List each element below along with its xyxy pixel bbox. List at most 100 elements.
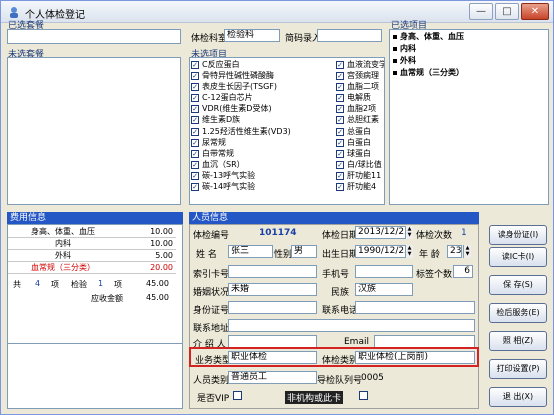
unselected-item[interactable]: ✓ 电解质 [335,92,384,103]
exam-date-dropdown[interactable]: ▲ ▼ [405,226,413,239]
unselected-item[interactable]: ✓ 维生素D族 [190,114,335,125]
read-ic-card-button[interactable]: 读IC卡(I) [489,247,547,267]
dept-field[interactable]: 检验科 [224,29,280,42]
vip-label: 是否VIP [197,394,230,404]
item-checkbox[interactable]: ✓ [336,183,344,192]
item-label: 电解质 [347,93,371,103]
item-checkbox[interactable]: ✓ [191,116,199,125]
item-checkbox[interactable]: ✓ [191,171,199,180]
unselected-item[interactable]: ✓ 碳-14呼气实验 [190,181,335,192]
search-code-label: 简码录入 [285,34,322,44]
unselected-item[interactable]: ✓ 碳-13呼气实验 [190,170,335,181]
item-checkbox[interactable]: ✓ [191,105,199,114]
exam-type-field[interactable]: 职业体检(上岗前) [355,351,475,364]
mobile-field[interactable] [355,265,413,278]
close-button[interactable]: ✕ [521,3,549,20]
item-checkbox[interactable]: ✓ [191,83,199,92]
unselected-item[interactable]: ✓ 表皮生长因子(TSGF) [190,81,335,92]
unselected-item[interactable]: ✓ 血液流变学 [335,59,384,70]
card-field[interactable] [228,265,317,278]
unselected-item[interactable]: ✓ 1.25羟活性维生素(VD3) [190,126,335,137]
item-checkbox[interactable]: ✓ [336,105,344,114]
marital-field[interactable]: 未婚 [228,283,317,296]
fees-check-count: 1 [98,279,104,288]
birth-dropdown[interactable]: ▲ ▼ [405,245,413,258]
gender-field[interactable]: 男 [291,245,317,258]
unselected-item[interactable]: ✓ 血沉（SR） [190,159,335,170]
tel-field[interactable] [355,301,475,314]
item-checkbox[interactable]: ✓ [336,160,344,169]
selected-item[interactable]: 外科 [390,55,548,67]
item-checkbox[interactable]: ✓ [336,149,344,158]
unselected-item[interactable]: ✓ 白蛋白 [335,137,384,148]
selected-item[interactable]: 内科 [390,43,548,55]
save-button[interactable]: 保 存(S) [489,275,547,295]
name-field[interactable]: 张三 [228,245,273,258]
gender-label: 性别 [274,250,293,260]
unselected-item[interactable]: ✓ 血脂二项 [335,81,384,92]
unselected-item[interactable]: ✓ 肝功能11 [335,170,384,181]
unselected-item[interactable]: ✓ 血脂2项 [335,103,384,114]
person-type-field[interactable]: 普通员工 [228,371,317,384]
read-id-card-button[interactable]: 读身份证(I) [489,225,547,245]
exit-button[interactable]: 退 出(X) [489,387,547,407]
unselected-item[interactable]: ✓ 总胆红素 [335,114,384,125]
item-checkbox[interactable]: ✓ [191,61,199,69]
id-field[interactable] [228,301,317,314]
item-label: VDR(维生素D受体) [202,104,272,114]
item-checkbox[interactable]: ✓ [336,138,344,147]
fee-name: 身高、体重、血压 [31,227,95,236]
item-checkbox[interactable]: ✓ [191,138,199,147]
item-checkbox[interactable]: ✓ [336,116,344,125]
unselected-items-col2: ✓ 血液流变学 ✓ 宫颈病理 ✓ 血脂二项 ✓ 电解质 ✓ 血脂2项 ✓ 总胆红素 ✓ 总蛋白 ✓ 白蛋白 ✓ 球… [335,59,384,192]
item-checkbox[interactable]: ✓ [191,72,199,81]
fees-due-value: 45.00 [146,293,169,302]
age-spinner[interactable]: ▲ ▼ [463,245,471,258]
unselected-item[interactable]: ✓ VDR(维生素D受体) [190,103,335,114]
vip-checkbox[interactable] [233,391,242,400]
item-checkbox[interactable]: ✓ [191,149,199,158]
print-settings-button[interactable]: 打印设置(P) [489,359,547,379]
item-checkbox[interactable]: ✓ [336,72,344,81]
fee-value: 10.00 [150,239,173,248]
selected-items-list[interactable]: 身高、体重、血压 内科 外科 血常规（三分类） [389,29,549,205]
biz-field[interactable]: 职业体检 [228,351,317,364]
unselected-item[interactable]: ✓ 宫颈病理 [335,70,384,81]
item-checkbox[interactable]: ✓ [336,83,344,92]
addr-field[interactable] [228,319,475,332]
unselected-item[interactable]: ✓ C-12蛋白芯片 [190,92,335,103]
unselected-item[interactable]: ✓ 总蛋白 [335,126,384,137]
minimize-button[interactable]: — [469,3,493,20]
unselected-items-list[interactable]: ✓ C反应蛋白 ✓ 骨特异性碱性磷酸酶 ✓ 表皮生长因子(TSGF) ✓ C-12蛋白芯片 ✓ V… [189,57,385,205]
item-checkbox[interactable]: ✓ [336,94,344,103]
photo-button[interactable]: 照 相(Z) [489,331,547,351]
item-checkbox[interactable]: ✓ [191,160,199,169]
item-checkbox[interactable]: ✓ [336,61,344,69]
unselected-item[interactable]: ✓ 球蛋白 [335,148,384,159]
fees-items-unit: 项 [51,280,59,289]
tag-count-field[interactable]: 6 [453,265,473,278]
unselected-item[interactable]: ✓ 白/球比值 [335,159,384,170]
selected-item[interactable]: 身高、体重、血压 [390,31,548,43]
age-field[interactable]: 23 [447,245,462,258]
app-icon [10,7,18,18]
unselected-item[interactable]: ✓ 尿常规 [190,137,335,148]
item-checkbox[interactable]: ✓ [191,183,199,192]
nation-field[interactable]: 汉族 [355,283,413,296]
maximize-button[interactable]: □ [495,3,519,20]
unselected-package-list[interactable] [7,57,181,205]
search-code-input[interactable] [317,29,382,42]
item-checkbox[interactable]: ✓ [336,127,344,136]
selected-package-box[interactable] [7,29,181,44]
unselected-item[interactable]: ✓ C反应蛋白 [190,59,335,70]
no-call-checkbox[interactable] [359,391,368,400]
item-checkbox[interactable]: ✓ [191,94,199,103]
unselected-item[interactable]: ✓ 白带常规 [190,148,335,159]
post-exam-service-button[interactable]: 检后服务(E) [489,303,547,323]
item-label: 白/球比值 [347,159,382,169]
item-checkbox[interactable]: ✓ [191,127,199,136]
unselected-item[interactable]: ✓ 骨特异性碱性磷酸酶 [190,70,335,81]
item-checkbox[interactable]: ✓ [336,171,344,180]
selected-item[interactable]: 血常规（三分类） [390,67,548,79]
unselected-item[interactable]: ✓ 肝功能4 [335,181,384,192]
